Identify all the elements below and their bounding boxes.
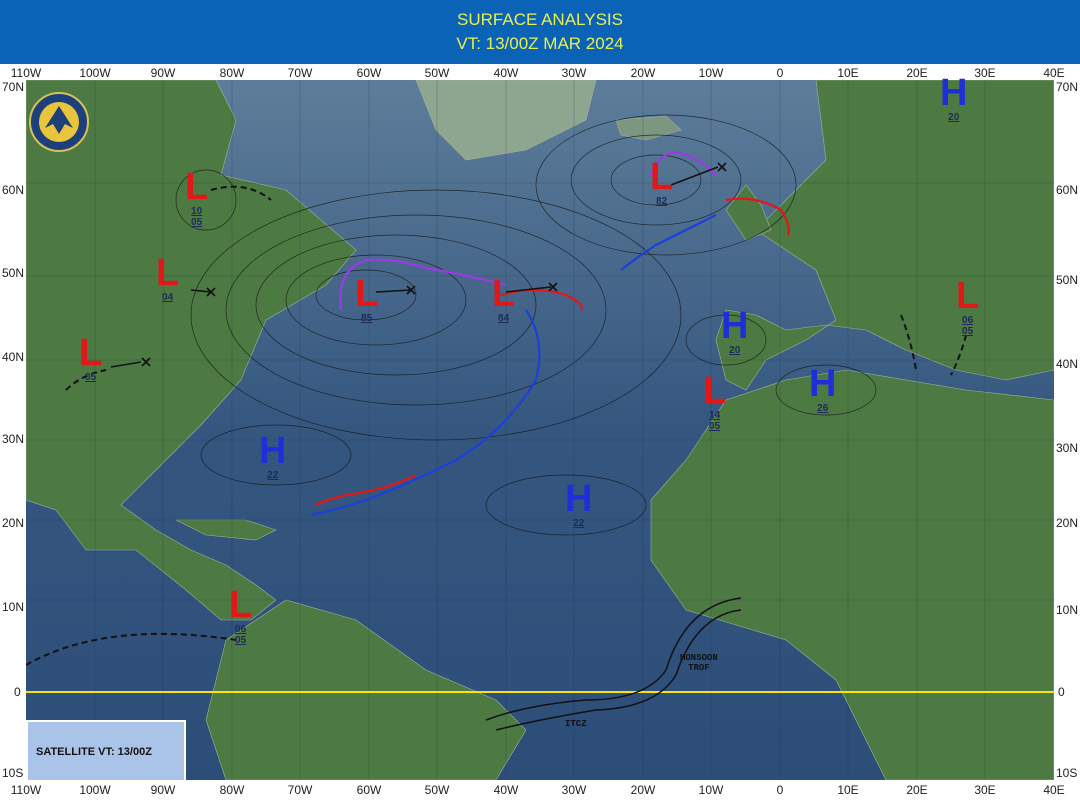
lon-label: 100W — [79, 783, 111, 797]
low-pressure-center: L 04 — [156, 252, 180, 303]
lat-label: 0 — [1058, 685, 1065, 699]
lon-label: 20E — [906, 66, 928, 80]
lat-label: 40N — [2, 350, 25, 364]
analysis-map — [26, 80, 1054, 780]
lon-label: 40W — [493, 66, 519, 80]
lat-label: 0 — [14, 685, 21, 699]
low-pressure-center: L 85 — [355, 273, 379, 324]
satellite-time-box: SATELLITE VT: 13/00Z — [26, 720, 186, 782]
low-pressure-center: L 82 — [650, 156, 674, 207]
lon-label: 80W — [219, 66, 245, 80]
lon-label: 90W — [150, 66, 176, 80]
lon-label: 110W — [10, 66, 42, 80]
lat-label: 70N — [1056, 80, 1079, 94]
fleet-weather-center-emblem-icon — [29, 92, 89, 152]
lat-label: 20N — [1056, 516, 1079, 530]
chart-title: SURFACE ANALYSIS — [457, 10, 623, 29]
lon-label: 60W — [356, 783, 382, 797]
lon-label: 10W — [698, 66, 724, 80]
lat-label: 20N — [2, 516, 25, 530]
low-pressure-center: L 06 05 — [229, 584, 253, 646]
lat-label: 50N — [2, 266, 25, 280]
lat-label: 30N — [1056, 441, 1079, 455]
lat-label: 10S — [1056, 766, 1078, 780]
lon-label: 110W — [10, 783, 42, 797]
lon-label: 70W — [287, 66, 313, 80]
lon-label: 10E — [837, 783, 859, 797]
low-pressure-center: L 14 05 — [703, 370, 727, 432]
header-bar: SURFACE ANALYSIS VT: 13/00Z MAR 2024 — [0, 0, 1080, 64]
low-pressure-center: L 05 — [79, 332, 103, 383]
lat-label: 50N — [1056, 273, 1079, 287]
low-pressure-center: L 10 05 — [185, 166, 209, 228]
low-pressure-center: L 06 05 — [956, 275, 980, 337]
lat-label: 10N — [1056, 603, 1079, 617]
high-pressure-center: H 20 — [721, 305, 749, 356]
lon-label: 40E — [1043, 783, 1065, 797]
high-pressure-center: H 26 — [809, 363, 837, 414]
low-pressure-center: L 84 — [492, 273, 516, 324]
lat-label: 40N — [1056, 357, 1079, 371]
lon-label: 20W — [630, 66, 656, 80]
lon-label: 0 — [776, 783, 784, 797]
lat-label: 60N — [2, 183, 25, 197]
lon-label: 10W — [698, 783, 724, 797]
lon-label: 10E — [837, 66, 859, 80]
lon-label: 90W — [150, 783, 176, 797]
lat-label: 30N — [2, 432, 25, 446]
lon-label: 50W — [424, 783, 450, 797]
lon-label: 30E — [974, 783, 996, 797]
lon-label: 40E — [1043, 66, 1065, 80]
high-pressure-center: H 22 — [565, 478, 593, 529]
lon-label: 100W — [79, 66, 111, 80]
satellite-time-label: SATELLITE VT: 13/00Z — [36, 746, 152, 758]
lon-label: 30W — [561, 66, 587, 80]
lat-label: 70N — [2, 80, 25, 94]
valid-time: VT: 13/00Z MAR 2024 — [456, 34, 624, 53]
high-pressure-center: H 22 — [259, 430, 287, 481]
lon-label: 50W — [424, 66, 450, 80]
lon-label: 20W — [630, 783, 656, 797]
lon-label: 60W — [356, 66, 382, 80]
lat-label: 10N — [2, 600, 25, 614]
lat-label: 60N — [1056, 183, 1079, 197]
high-pressure-center: H 20 — [940, 72, 968, 123]
lon-label: 70W — [287, 783, 313, 797]
lon-label: 20E — [906, 783, 928, 797]
lon-label: 40W — [493, 783, 519, 797]
itcz-label: ITCZ — [565, 719, 587, 729]
lon-label: 30W — [561, 783, 587, 797]
lat-label: 10S — [2, 766, 24, 780]
lon-label: 30E — [974, 66, 996, 80]
monsoon-trough-label: MONSOON TROF — [680, 653, 718, 673]
lon-label: 0 — [776, 66, 784, 80]
lon-label: 80W — [219, 783, 245, 797]
